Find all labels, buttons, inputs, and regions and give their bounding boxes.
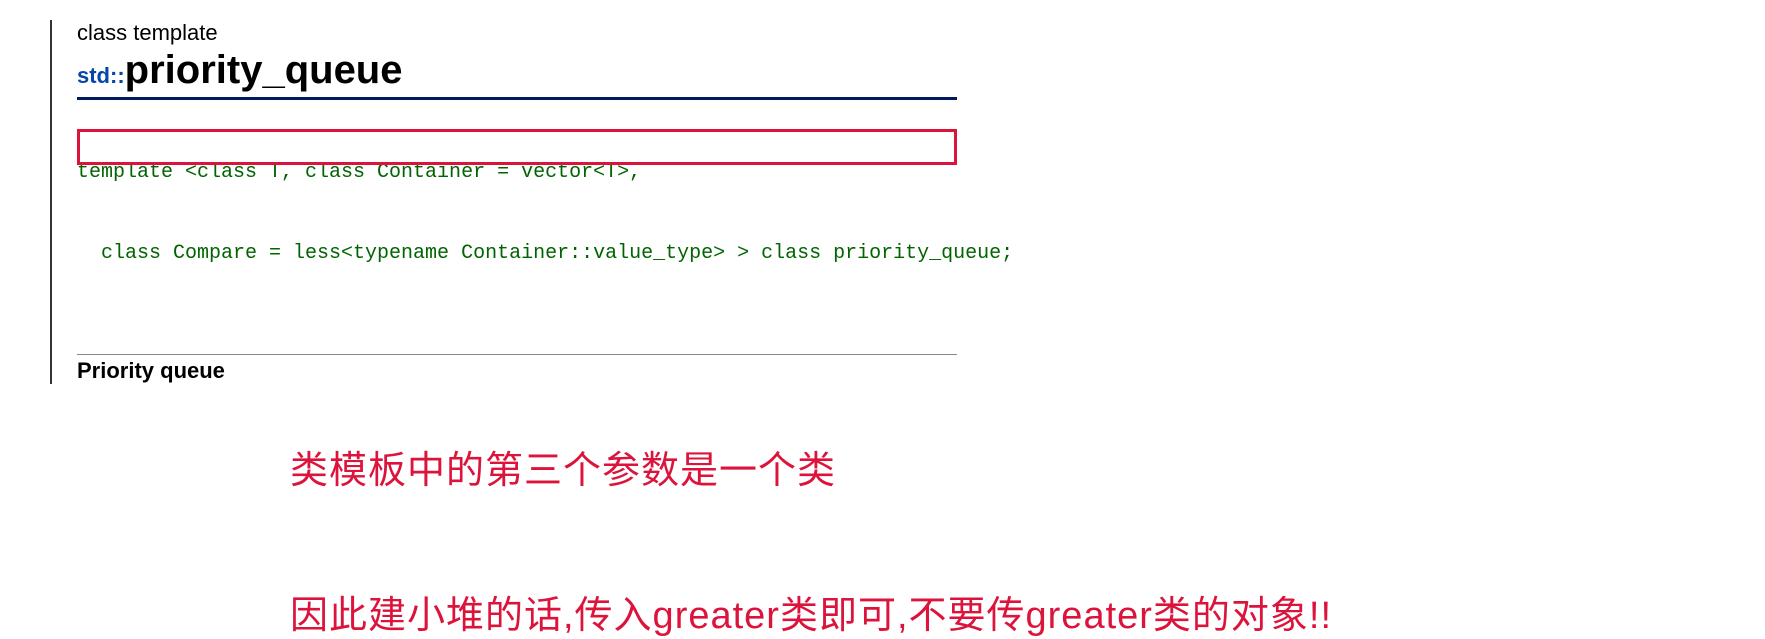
namespace-prefix: std::	[77, 63, 125, 89]
code-line-2: class Compare = less<typename Container:…	[77, 240, 957, 267]
annotation-line-1: 类模板中的第三个参数是一个类	[290, 439, 1765, 494]
documentation-panel: class template std::priority_queue templ…	[50, 20, 1765, 384]
annotation-group: 类模板中的第三个参数是一个类 因此建小堆的话,传入greater类即可,不要传g…	[290, 439, 1765, 639]
header-divider	[77, 97, 957, 100]
class-name: priority_queue	[125, 48, 403, 93]
template-signature-code: template <class T, class Container = vec…	[77, 105, 957, 348]
subtitle-text: Priority queue	[77, 354, 957, 384]
title-row: std::priority_queue	[77, 48, 1765, 93]
kind-label: class template	[77, 20, 1765, 46]
code-line-1: template <class T, class Container = vec…	[77, 159, 957, 186]
annotation-line-2: 因此建小堆的话,传入greater类即可,不要传greater类的对象!!	[290, 584, 1765, 639]
